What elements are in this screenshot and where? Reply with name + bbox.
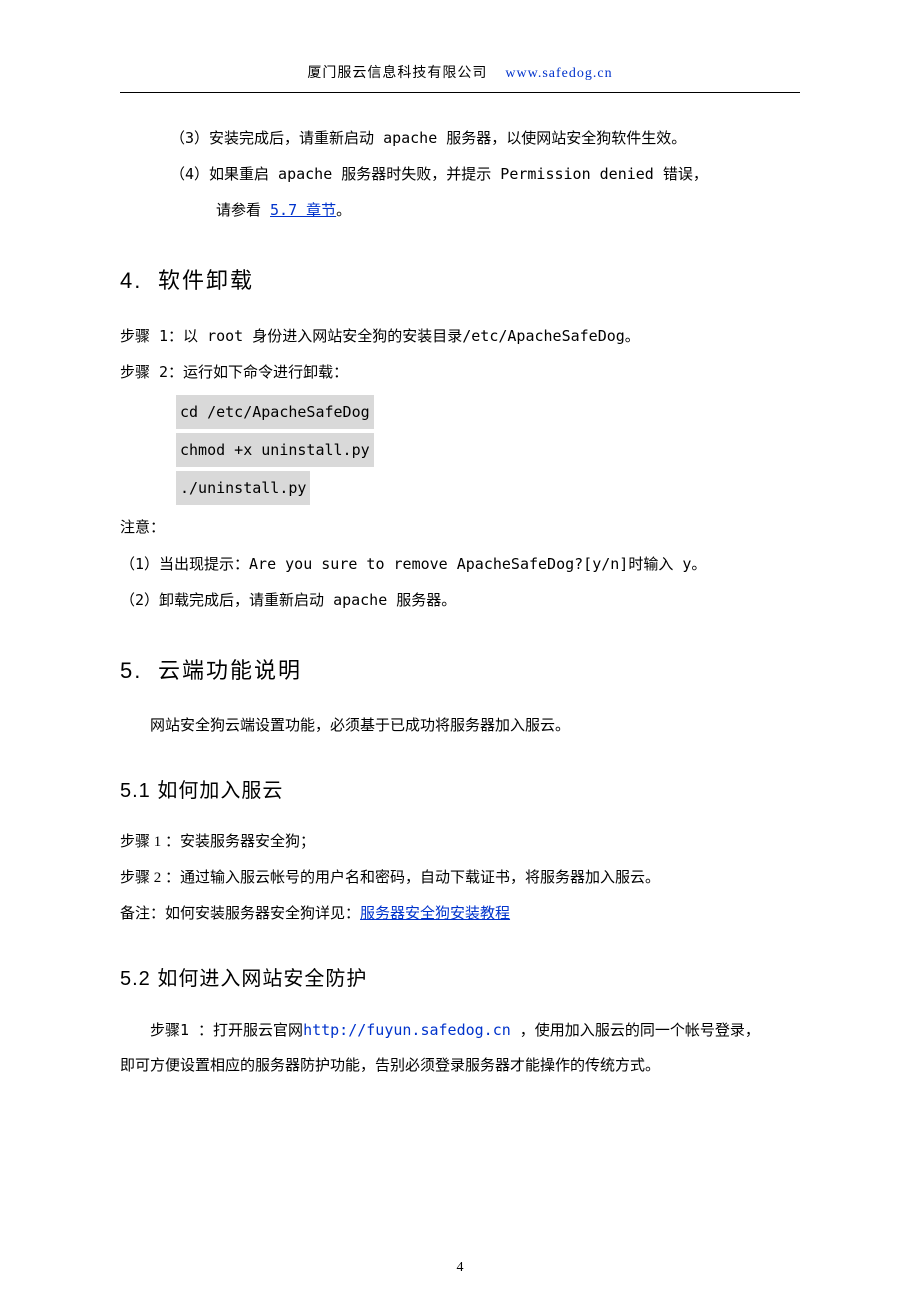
uninstall-code-block: cd /etc/ApacheSafeDog chmod +x uninstall… xyxy=(120,393,800,507)
heading-number: 4. xyxy=(120,259,158,303)
uninstall-note-2: （2）卸载完成后，请重新启动 apache 服务器。 xyxy=(120,585,800,615)
heading-uninstall: 4.软件卸载 xyxy=(120,259,800,303)
document-page: 厦门服云信息科技有限公司 www.safedog.cn （3）安装完成后，请重新… xyxy=(0,0,920,1302)
uninstall-step-1: 步骤 1：以 root 身份进入网站安全狗的安装目录/etc/ApacheSaf… xyxy=(120,321,800,351)
heading-text: 软件卸载 xyxy=(158,268,254,293)
heading-cloud: 5.云端功能说明 xyxy=(120,649,800,693)
page-header: 厦门服云信息科技有限公司 www.safedog.cn xyxy=(120,60,800,88)
company-name: 厦门服云信息科技有限公司 xyxy=(307,66,487,81)
install-note-4-line2: 请参看 5.7 章节。 xyxy=(120,195,800,225)
chapter-link[interactable]: 5.7 章节 xyxy=(270,201,336,219)
heading-join-cloud: 5.1 如何加入服云 xyxy=(120,771,800,811)
enter-step-1: 步骤1 ：打开服云官网http://fuyun.safedog.cn ，使用加入… xyxy=(120,1015,800,1045)
company-url[interactable]: www.safedog.cn xyxy=(505,66,612,81)
uninstall-note-1: （1）当出现提示：Are you sure to remove ApacheSa… xyxy=(120,549,800,579)
see-suffix: 。 xyxy=(336,201,351,219)
heading-text: 云端功能说明 xyxy=(158,658,302,683)
join-remark: 备注：如何安装服务器安全狗详见：服务器安全狗安装教程 xyxy=(120,899,800,929)
remark-prefix: 备注：如何安装服务器安全狗详见： xyxy=(120,906,360,922)
header-divider xyxy=(120,92,800,93)
code-line: ./uninstall.py xyxy=(176,471,310,505)
install-tutorial-link[interactable]: 服务器安全狗安装教程 xyxy=(360,906,510,922)
heading-number: 5. xyxy=(120,649,158,693)
page-number: 4 xyxy=(0,1254,920,1282)
note-label: 注意： xyxy=(120,513,800,543)
install-note-3: （3）安装完成后，请重新启动 apache 服务器，以使网站安全狗软件生效。 xyxy=(120,123,800,153)
fuyun-url[interactable]: http://fuyun.safedog.cn xyxy=(303,1021,511,1039)
see-prefix: 请参看 xyxy=(216,201,270,219)
install-note-4-line1: （4）如果重启 apache 服务器时失败，并提示 Permission den… xyxy=(120,159,800,189)
step1-suffix: ，使用加入服云的同一个帐号登录， xyxy=(511,1021,760,1039)
code-line: chmod +x uninstall.py xyxy=(176,433,374,467)
code-line: cd /etc/ApacheSafeDog xyxy=(176,395,374,429)
join-step-1: 步骤 1 ：安装服务器安全狗； xyxy=(120,827,800,857)
step1-prefix: 步骤1 ：打开服云官网 xyxy=(150,1021,303,1039)
heading-enter-protection: 5.2 如何进入网站安全防护 xyxy=(120,959,800,999)
enter-step-1-cont: 即可方便设置相应的服务器防护功能，告别必须登录服务器才能操作的传统方式。 xyxy=(120,1051,800,1081)
uninstall-step-2: 步骤 2：运行如下命令进行卸载： xyxy=(120,357,800,387)
cloud-intro: 网站安全狗云端设置功能，必须基于已成功将服务器加入服云。 xyxy=(120,711,800,741)
join-step-2: 步骤 2 ：通过输入服云帐号的用户名和密码，自动下载证书，将服务器加入服云。 xyxy=(120,863,800,893)
